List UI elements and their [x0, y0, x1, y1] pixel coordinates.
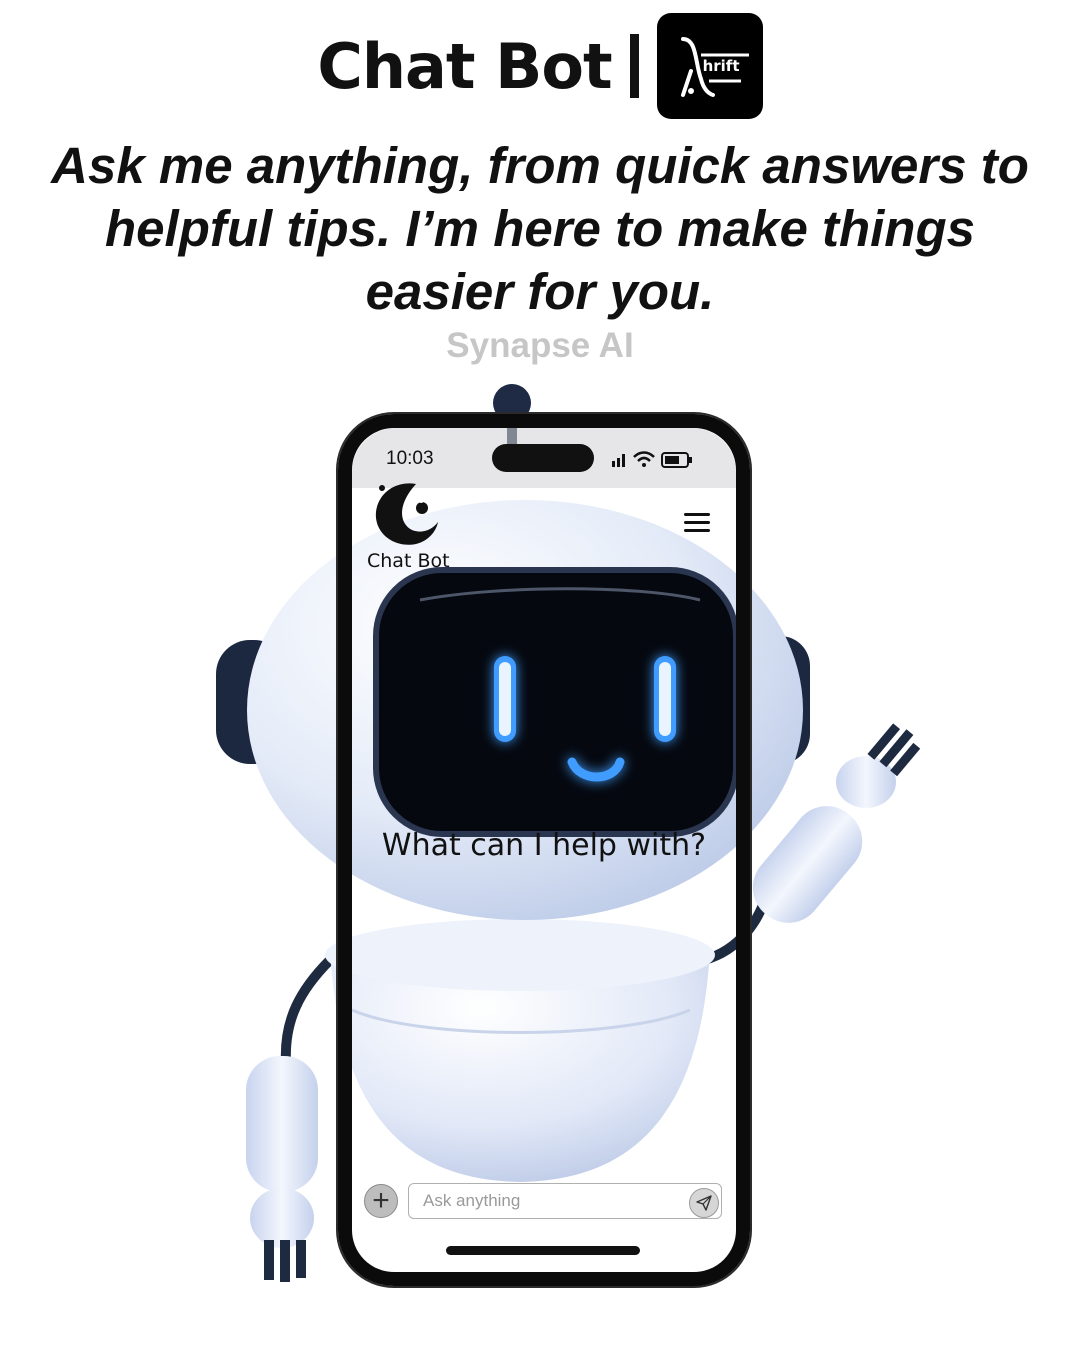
status-time: 10:03 [386, 448, 434, 469]
home-indicator [446, 1246, 640, 1255]
prompt-heading: What can I help with? [381, 828, 707, 863]
wifi-icon [633, 451, 655, 467]
app-name: Chat Bot [367, 550, 450, 572]
send-icon [696, 1195, 712, 1211]
status-icons [610, 448, 702, 475]
battery-icon [661, 452, 692, 468]
chatbot-logo-icon [375, 483, 438, 545]
hamburger-menu-icon[interactable] [684, 513, 710, 535]
attach-plus-button[interactable]: + [364, 1184, 398, 1218]
dynamic-island [492, 444, 594, 472]
send-button[interactable] [689, 1188, 719, 1218]
chat-input[interactable] [408, 1183, 722, 1219]
plus-icon: + [372, 1184, 390, 1217]
phone-screen: 10:03 Chat Bot What can I help with? + A… [352, 428, 736, 1272]
signal-icon [612, 454, 625, 467]
